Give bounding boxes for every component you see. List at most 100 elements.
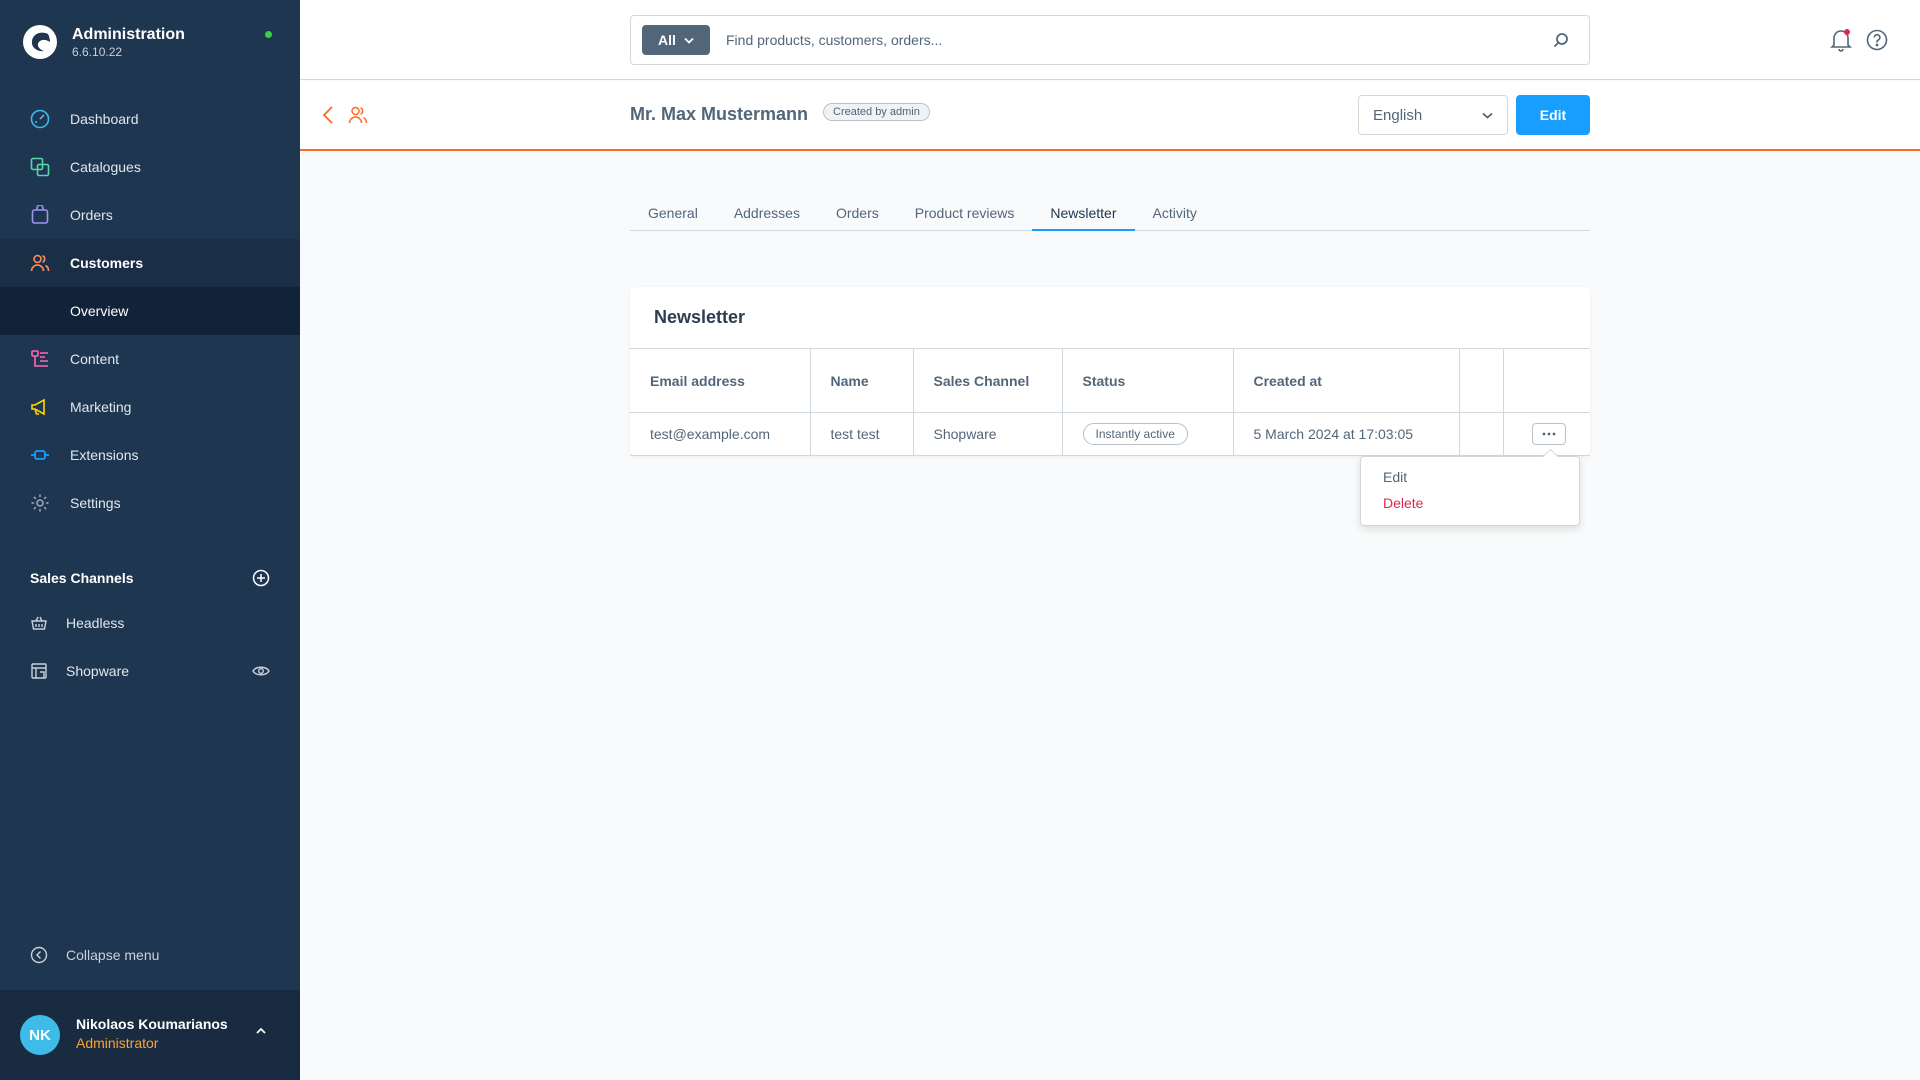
column-header-email[interactable]: Email address [630,348,811,413]
sales-channels-header: Sales Channels [30,567,270,589]
tab-addresses[interactable]: Addresses [716,196,818,230]
nav-item-orders[interactable]: Orders [0,191,300,239]
catalogue-icon [28,155,52,179]
column-header-name[interactable]: Name [810,348,914,413]
edit-button[interactable]: Edit [1516,95,1590,135]
top-bar: All [300,0,1920,80]
cell-created-at: 5 March 2024 at 17:03:05 [1233,412,1460,456]
context-menu-delete[interactable]: Delete [1383,495,1423,511]
table-header-row: Email address Name Sales Channel Status … [630,348,1590,413]
sidebar: Administration 6.6.10.22 Dashboard Catal… [0,0,300,1080]
eye-icon[interactable] [252,664,270,678]
sales-channel-label: Shopware [66,663,130,679]
nav-label: Dashboard [70,111,139,127]
sales-channel-shopware[interactable]: Shopware [30,659,270,683]
nav-item-catalogues[interactable]: Catalogues [0,143,300,191]
storefront-icon [30,662,48,680]
notification-bell-icon[interactable] [1830,28,1852,52]
extensions-icon [28,443,52,467]
context-menu-edit[interactable]: Edit [1383,469,1407,485]
nav-label: Settings [70,495,121,511]
nav-item-content[interactable]: Content [0,335,300,383]
more-dots-icon [1542,432,1555,436]
status-dot [265,31,272,38]
chevron-down-icon [684,37,694,44]
main-nav: Dashboard Catalogues Orders Customers Ov… [0,95,300,527]
page-title: Mr. Max Mustermann [630,104,809,124]
search-type-select[interactable]: All [642,25,710,55]
sales-channel-label: Headless [66,615,125,631]
nav-label: Extensions [70,447,139,463]
chevron-down-icon [1482,112,1493,119]
page-header: Mr. Max Mustermann Created by admin Engl… [300,81,1920,151]
customers-icon [348,106,368,124]
content-icon [28,347,52,371]
nav-item-settings[interactable]: Settings [0,479,300,527]
add-sales-channel-icon[interactable] [252,569,270,587]
status-badge: Instantly active [1082,423,1188,445]
nav-subitem-overview[interactable]: Overview [0,287,300,335]
avatar: NK [20,1015,60,1055]
shopware-logo-icon [23,25,57,59]
language-select[interactable]: English [1358,95,1508,135]
back-arrow-icon[interactable] [322,105,334,125]
cell-email: test@example.com [630,412,811,456]
sales-channel-headless[interactable]: Headless [30,611,270,635]
nav-label: Marketing [70,399,132,415]
customer-tabs: General Addresses Orders Product reviews… [630,196,1590,231]
column-header-actions [1503,348,1590,413]
nav-item-customers[interactable]: Customers [0,239,300,287]
settings-icon [28,491,52,515]
column-header-created-at[interactable]: Created at [1233,348,1460,413]
newsletter-card: Newsletter Email address Name Sales Chan… [630,287,1590,456]
tab-newsletter[interactable]: Newsletter [1032,196,1135,231]
brand[interactable]: Administration 6.6.10.22 [22,24,185,60]
context-menu-button[interactable] [1531,423,1566,445]
collapse-label: Collapse menu [66,947,160,963]
user-name: Nikolaos Koumarianos [76,1016,228,1032]
app-version: 6.6.10.22 [72,45,123,59]
tab-product-reviews[interactable]: Product reviews [897,196,1033,230]
column-header-blank [1459,348,1504,413]
cell-actions [1503,412,1590,456]
nav-label: Customers [70,255,144,271]
customers-icon [28,251,52,275]
nav-label: Orders [70,207,113,223]
nav-item-extensions[interactable]: Extensions [0,431,300,479]
user-panel[interactable]: NK Nikolaos Koumarianos Administrator [0,990,300,1080]
tab-orders[interactable]: Orders [818,196,897,230]
orders-icon [28,203,52,227]
nav-item-dashboard[interactable]: Dashboard [0,95,300,143]
search-icon[interactable] [1549,28,1573,52]
search-type-label: All [658,32,676,48]
cell-name: test test [810,412,914,456]
app-title: Administration [72,26,185,43]
cell-sales-channel: Shopware [913,412,1063,456]
basket-icon [30,614,48,632]
collapse-menu[interactable]: Collapse menu [30,946,159,964]
card-title: Newsletter [654,307,746,327]
nav-item-marketing[interactable]: Marketing [0,383,300,431]
cell-blank [1459,412,1504,456]
column-header-sales-channel[interactable]: Sales Channel [913,348,1063,413]
language-value: English [1373,106,1423,124]
global-search: All [630,15,1590,65]
sales-channels-title: Sales Channels [30,570,134,586]
table-row: test@example.com test test Shopware Inst… [630,412,1590,456]
tab-activity[interactable]: Activity [1135,196,1215,230]
tab-general[interactable]: General [630,196,716,230]
help-icon[interactable] [1866,29,1888,51]
chevron-up-icon[interactable] [255,1027,267,1035]
column-header-status[interactable]: Status [1062,348,1234,413]
dashboard-icon [28,107,52,131]
marketing-icon [28,395,52,419]
collapse-icon [30,946,48,964]
newsletter-table: Email address Name Sales Channel Status … [630,348,1590,456]
context-menu-popover: Edit Delete [1360,456,1580,526]
created-by-badge: Created by admin [823,103,930,121]
nav-label: Content [70,351,120,367]
user-role: Administrator [76,1035,159,1051]
nav-label: Catalogues [70,159,141,175]
search-input[interactable] [726,32,1549,48]
cell-status: Instantly active [1062,412,1234,456]
